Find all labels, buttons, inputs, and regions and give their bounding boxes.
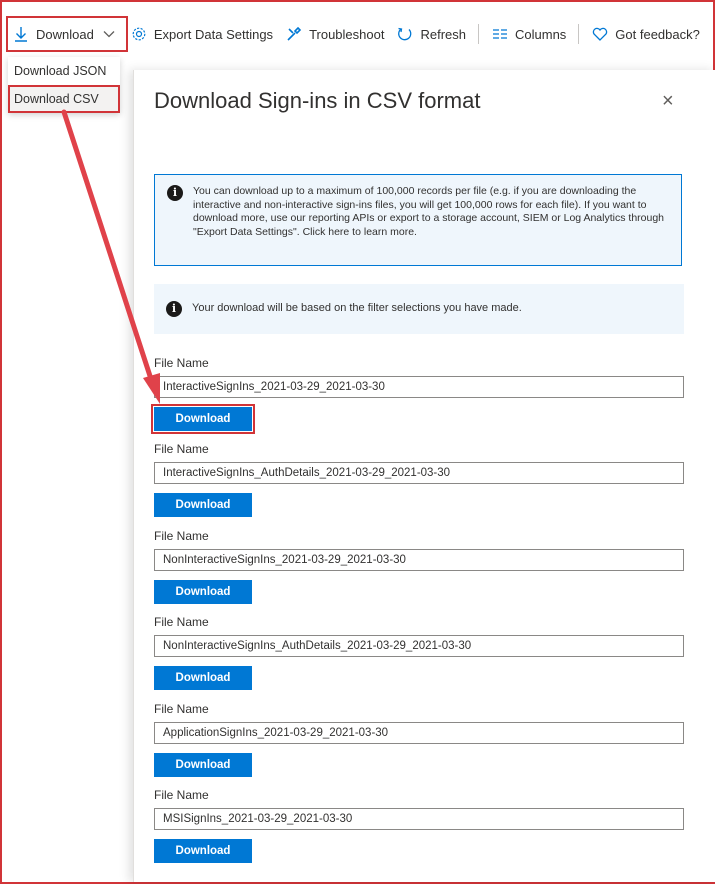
arrow-head-icon: [143, 373, 160, 404]
annotation-arrow: [61, 109, 160, 404]
